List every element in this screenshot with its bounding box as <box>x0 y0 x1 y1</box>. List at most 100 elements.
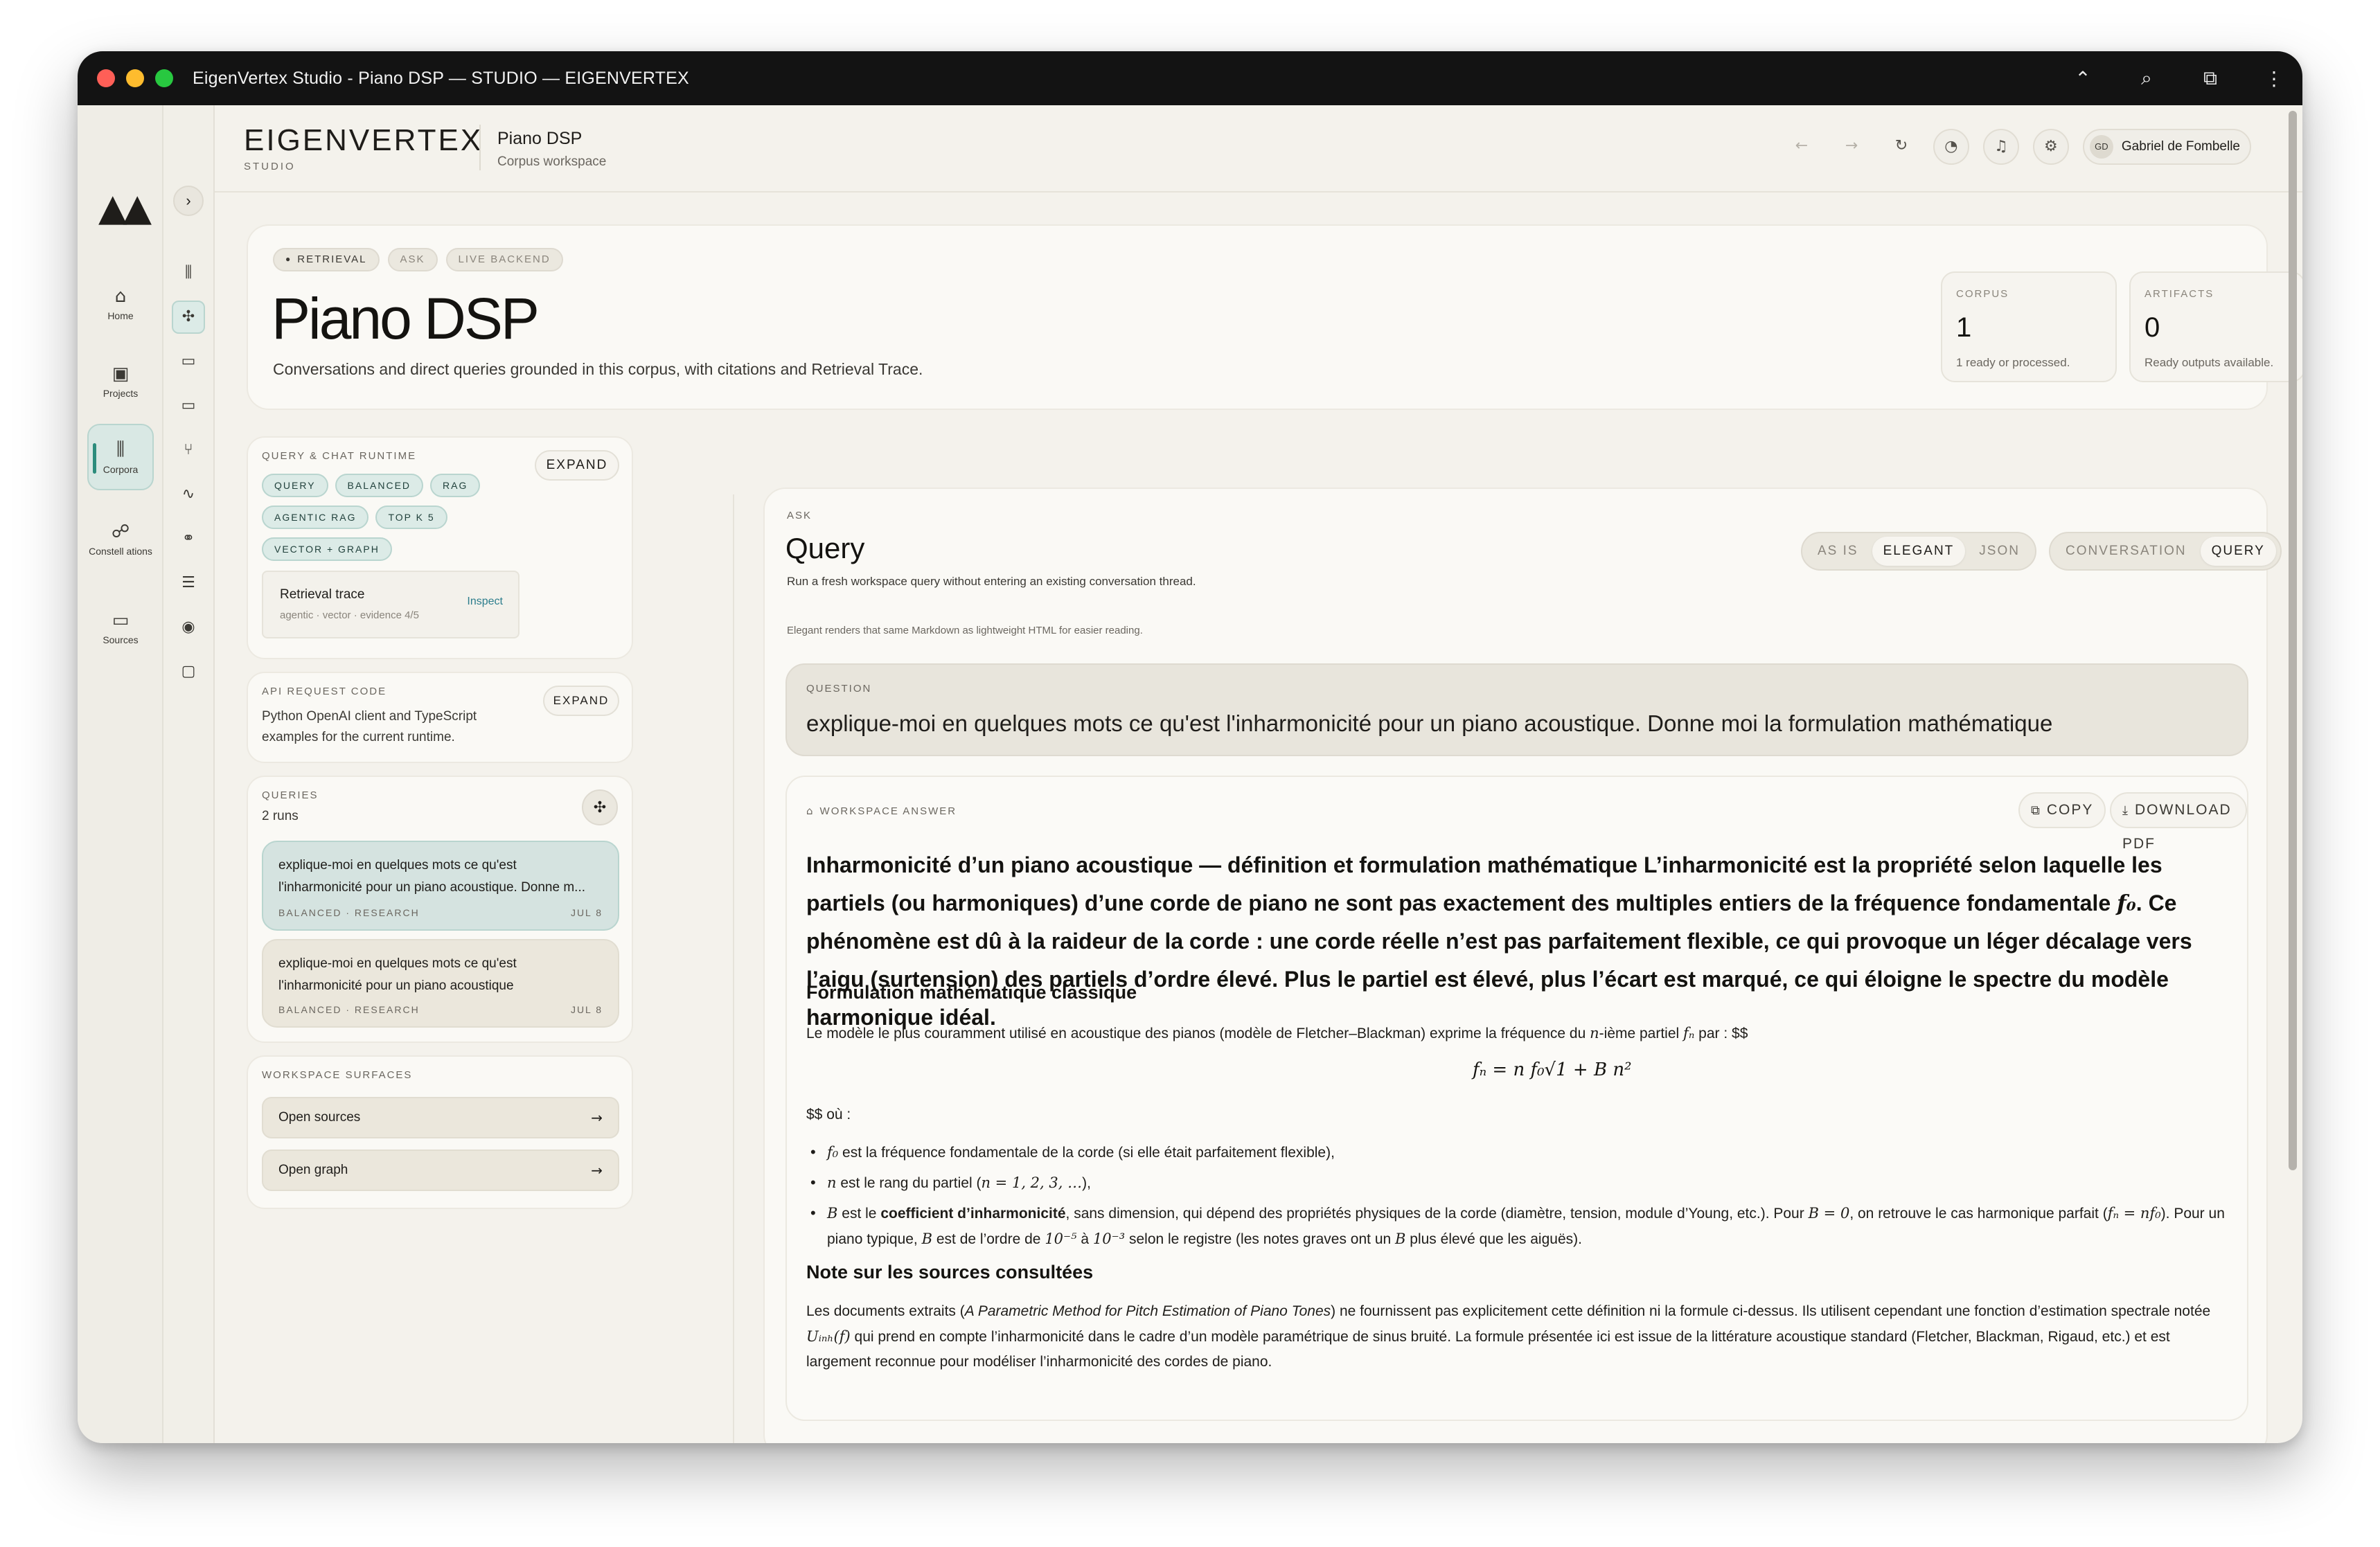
copy-label: COPY <box>2046 802 2094 818</box>
hero-pills: RETRIEVAL ASK LIVE BACKEND <box>273 248 563 271</box>
open-sources-label: Open sources <box>278 1110 361 1125</box>
query-run-item[interactable]: explique-moi en quelques mots ce qu'est … <box>262 841 619 931</box>
home-icon: ⌂ <box>114 285 127 307</box>
trace-subtitle: agentic · vector · evidence 4/5 <box>280 609 419 621</box>
more-vertical-icon[interactable]: ⋮ <box>2264 67 2284 90</box>
format-as-is[interactable]: AS IS <box>1806 537 1870 566</box>
query-run-item[interactable]: explique-moi en quelques mots ce qu'est … <box>262 939 619 1028</box>
bell-icon[interactable]: ♫ <box>1982 129 2019 165</box>
chevron-up-icon[interactable]: ⌃ <box>2072 67 2093 90</box>
chip-agentic-rag[interactable]: AGENTIC RAG <box>262 506 369 529</box>
text: selon le registre (les notes graves ont … <box>1125 1231 1396 1247</box>
brand-name: EIGENVERTEX <box>244 123 483 157</box>
header-actions: ← → ↻ ◔ ♫ ⚙ GD Gabriel de Fombelle <box>1784 129 2251 165</box>
settings-sliders-icon[interactable]: ⚙ <box>2032 129 2069 165</box>
question-box[interactable]: QUESTION explique-moi en quelques mots c… <box>785 663 2248 756</box>
nav-home[interactable]: ⌂ Home <box>87 270 154 337</box>
copy-button[interactable]: ⧉ COPY <box>2018 792 2106 828</box>
math-inline: n <box>1590 1025 1599 1041</box>
surfaces-card: WORKSPACE SURFACES Open sources → Open g… <box>247 1055 633 1209</box>
open-sources-button[interactable]: Open sources → <box>262 1097 619 1138</box>
bot-icon[interactable]: ▢ <box>172 655 205 688</box>
stat-note: Ready outputs available. <box>2144 356 2274 369</box>
forward-icon[interactable]: → <box>1833 129 1870 165</box>
mode-query[interactable]: QUERY <box>2200 537 2276 566</box>
api-expand-button[interactable]: EXPAND <box>543 686 619 716</box>
run-date: JUL 8 <box>570 907 603 918</box>
new-query-sparkle-icon[interactable]: ✣ <box>582 789 618 825</box>
scrollbar[interactable] <box>2289 111 2297 1170</box>
runtime-expand-button[interactable]: EXPAND <box>535 450 619 481</box>
answer-box: ⌂ WORKSPACE ANSWER ⧉ COPY ⤓ DOWNLOAD PDF In… <box>785 776 2248 1421</box>
sparkle-icon[interactable]: ✣ <box>172 301 205 334</box>
logo[interactable]: ▲▲ <box>98 186 152 229</box>
nav-sources[interactable]: ▭ Sources <box>87 594 154 661</box>
text: plus élevé que les aiguës). <box>1405 1231 1582 1247</box>
library-icon[interactable]: ⫼ <box>172 256 205 289</box>
text: ) ne fournissent pas explicitement cette… <box>1331 1303 2211 1319</box>
window-title: EigenVertex Studio - Piano DSP — STUDIO … <box>193 68 689 88</box>
render-note: Elegant renders that same Markdown as li… <box>787 625 1143 636</box>
back-icon[interactable]: ← <box>1784 129 1820 165</box>
chip-balanced[interactable]: BALANCED <box>335 474 424 497</box>
format-elegant[interactable]: ELEGANT <box>1872 537 1966 566</box>
nav-projects[interactable]: ▣ Projects <box>87 348 154 414</box>
branch-icon[interactable]: ⑂ <box>172 433 205 467</box>
run-date: JUL 8 <box>570 1004 603 1015</box>
briefcase-icon: ▣ <box>112 363 130 384</box>
nav-sources-label: Sources <box>103 634 139 645</box>
extension-icon[interactable]: ⧉ <box>2200 67 2221 90</box>
text: est la fréquence fondamentale de la cord… <box>838 1145 1335 1161</box>
chip-top-k[interactable]: TOP K 5 <box>375 506 447 529</box>
window-controls <box>97 69 173 87</box>
pill-retrieval: RETRIEVAL <box>273 248 380 271</box>
chip-rag[interactable]: RAG <box>430 474 481 497</box>
chip-query[interactable]: QUERY <box>262 474 328 497</box>
answer-label: ⌂ WORKSPACE ANSWER <box>806 805 957 817</box>
stat-value: 1 <box>1956 312 1972 343</box>
open-graph-button[interactable]: Open graph → <box>262 1150 619 1191</box>
ask-label: ASK <box>787 510 812 521</box>
chip-vector-graph[interactable]: VECTOR + GRAPH <box>262 537 392 561</box>
activity-icon[interactable]: ∿ <box>172 478 205 511</box>
math-inline: B <box>921 1231 933 1247</box>
close-window-button[interactable] <box>97 69 115 87</box>
broadcast-icon[interactable]: ◉ <box>172 611 205 644</box>
binoculars-icon[interactable]: ⚭ <box>172 522 205 555</box>
nav-constellations[interactable]: ☍ Constell ations <box>87 506 154 572</box>
list-icon[interactable]: ☰ <box>172 566 205 600</box>
math-inline: B <box>1395 1231 1406 1247</box>
download-pdf-button[interactable]: ⤓ DOWNLOAD PDF <box>2110 792 2247 852</box>
answer-label-text: WORKSPACE ANSWER <box>819 805 957 817</box>
runtime-label: QUERY & CHAT RUNTIME <box>262 450 417 462</box>
answer-heading: Note sur les sources consultées <box>806 1262 1094 1282</box>
nav-constellations-label: Constell ations <box>89 545 152 557</box>
app-window: EigenVertex Studio - Piano DSP — STUDIO … <box>78 51 2302 1443</box>
nav-projects-label: Projects <box>103 387 139 399</box>
format-toggle: AS IS ELEGANT JSON <box>1801 532 2036 571</box>
text: Le modèle le plus couramment utilisé en … <box>806 1026 1590 1041</box>
expand-sidebar-button[interactable]: › <box>173 186 204 216</box>
mode-conversation[interactable]: CONVERSATION <box>2054 537 2198 566</box>
api-description: Python OpenAI client and TypeScript exam… <box>262 709 477 744</box>
text: est de l’ordre de <box>932 1231 1045 1247</box>
stat-label: ARTIFACTS <box>2144 288 2214 300</box>
format-json[interactable]: JSON <box>1968 537 2031 566</box>
run-text: explique-moi en quelques mots ce qu'est … <box>278 858 586 895</box>
folder-icon: ▭ <box>112 609 130 631</box>
nav-corpora[interactable]: ⫼ Corpora <box>87 424 154 490</box>
inspect-link[interactable]: Inspect <box>467 596 503 608</box>
minimize-window-button[interactable] <box>126 69 144 87</box>
zoom-window-button[interactable] <box>155 69 173 87</box>
search-icon[interactable]: ⌕ <box>2136 67 2157 90</box>
user-menu[interactable]: GD Gabriel de Fombelle <box>2082 129 2251 165</box>
math-inline: f₀ <box>827 1144 839 1161</box>
open-graph-label: Open graph <box>278 1163 348 1177</box>
math-inline: B = 0 <box>1808 1205 1850 1222</box>
theme-icon[interactable]: ◔ <box>1933 129 1969 165</box>
folder-icon[interactable]: ▭ <box>172 345 205 378</box>
user-name: Gabriel de Fombelle <box>2121 139 2240 154</box>
folder-open-icon[interactable]: ▭ <box>172 389 205 422</box>
download-icon: ⤓ <box>2122 803 2129 818</box>
refresh-icon[interactable]: ↻ <box>1883 129 1919 165</box>
